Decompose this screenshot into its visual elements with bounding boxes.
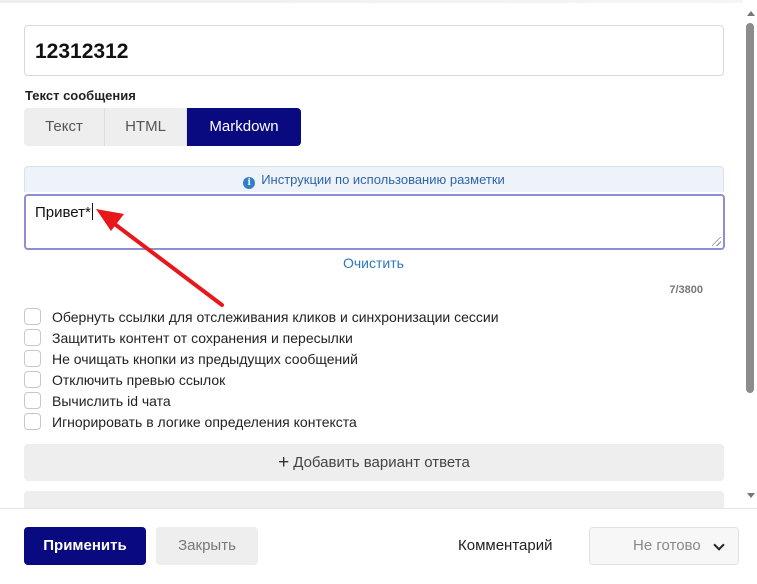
char-counter: 7/3800	[669, 284, 703, 296]
info-icon: i	[243, 177, 256, 189]
resize-handle[interactable]	[712, 237, 721, 246]
chevron-down-icon	[713, 539, 725, 551]
checkbox[interactable]	[24, 413, 41, 430]
comment-button[interactable]: Комментарий	[458, 527, 552, 565]
option-wrap-links[interactable]: Обернуть ссылки для отслеживания кликов …	[24, 306, 724, 327]
add-answer-button[interactable]: + Добавить вариант ответа	[24, 444, 724, 481]
modal-footer: Применить Закрыть Комментарий Не готово	[0, 508, 757, 584]
markup-instructions-link[interactable]: Инструкции по использованию разметки	[261, 172, 505, 187]
message-text-value: Привет*	[35, 204, 91, 221]
scroll-thumb[interactable]	[746, 23, 754, 393]
message-textarea[interactable]: Привет*	[24, 194, 725, 250]
option-label: Не очищать кнопки из предыдущих сообщени…	[52, 350, 358, 367]
option-compute-chat-id[interactable]: Вычислить id чата	[24, 390, 724, 411]
add-answer-label: Добавить вариант ответа	[293, 454, 470, 471]
plus-icon: +	[278, 452, 290, 473]
title-input[interactable]: 12312312	[24, 25, 724, 76]
option-label: Защитить контент от сохранения и пересыл…	[52, 329, 353, 346]
vertical-scrollbar[interactable]	[743, 0, 757, 508]
checkbox[interactable]	[24, 350, 41, 367]
scroll-down-icon[interactable]	[747, 493, 755, 498]
option-label: Обернуть ссылки для отслеживания кликов …	[52, 308, 499, 325]
option-protect-content[interactable]: Защитить контент от сохранения и пересыл…	[24, 327, 724, 348]
message-text-label: Текст сообщения	[25, 88, 136, 103]
checkbox[interactable]	[24, 392, 41, 409]
clear-link[interactable]: Очистить	[343, 255, 404, 271]
option-keep-buttons[interactable]: Не очищать кнопки из предыдущих сообщени…	[24, 348, 724, 369]
option-ignore-context[interactable]: Игнорировать в логике определения контек…	[24, 411, 724, 432]
status-value: Не готово	[633, 537, 701, 554]
status-select[interactable]: Не готово	[589, 527, 739, 565]
checkbox[interactable]	[24, 371, 41, 388]
checkbox[interactable]	[24, 308, 41, 325]
option-label: Отключить превью ссылок	[52, 371, 226, 388]
checkbox[interactable]	[24, 329, 41, 346]
scroll-up-icon[interactable]	[747, 11, 755, 16]
text-caret	[91, 203, 93, 220]
option-label: Игнорировать в логике определения контек…	[52, 413, 357, 430]
options-list: Обернуть ссылки для отслеживания кликов …	[24, 306, 724, 432]
tab-markdown[interactable]: Markdown	[187, 108, 301, 146]
option-label: Вычислить id чата	[52, 392, 171, 409]
tab-html[interactable]: HTML	[105, 108, 187, 146]
partially-hidden-button[interactable]	[24, 491, 724, 508]
format-tabs: Текст HTML Markdown	[24, 108, 301, 146]
tab-text[interactable]: Текст	[24, 108, 105, 146]
markup-instructions-bar[interactable]: i Инструкции по использованию разметки	[24, 166, 724, 192]
option-disable-link-preview[interactable]: Отключить превью ссылок	[24, 369, 724, 390]
apply-button[interactable]: Применить	[24, 527, 146, 565]
modal-body: 12312312 Текст сообщения Текст HTML Mark…	[0, 0, 741, 508]
close-button[interactable]: Закрыть	[156, 527, 258, 565]
